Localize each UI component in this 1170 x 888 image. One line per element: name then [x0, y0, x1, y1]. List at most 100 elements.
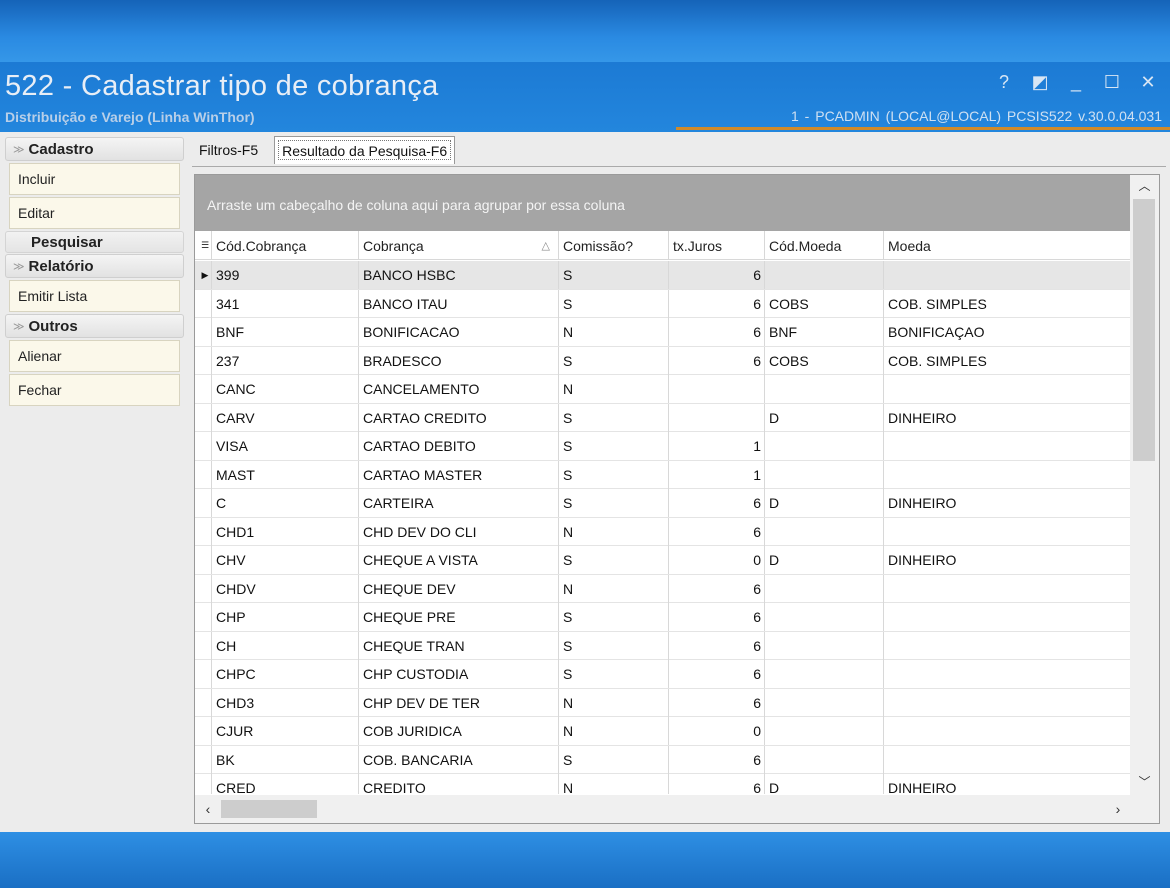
table-row[interactable]: MAST CARTAO MASTER S 1	[195, 460, 1130, 489]
cell-moeda[interactable]	[884, 432, 1130, 460]
vertical-scroll-thumb[interactable]	[1133, 199, 1155, 461]
table-row[interactable]: CHPC CHP CUSTODIA S 6	[195, 660, 1130, 689]
cell-tx-juros[interactable]: 6	[669, 261, 765, 289]
tab-resultado[interactable]: Resultado da Pesquisa-F6	[274, 136, 456, 164]
cell-moeda[interactable]	[884, 632, 1130, 660]
table-row[interactable]: CHV CHEQUE A VISTA S 0 D DINHEIRO	[195, 546, 1130, 575]
table-row[interactable]: BK COB. BANCARIA S 6	[195, 745, 1130, 774]
cell-tx-juros[interactable]: 0	[669, 717, 765, 745]
cell-cobranca[interactable]: CHEQUE A VISTA	[359, 546, 559, 574]
editar-button[interactable]: Editar	[9, 197, 180, 229]
table-row[interactable]: C CARTEIRA S 6 D DINHEIRO	[195, 489, 1130, 518]
emitir-lista-button[interactable]: Emitir Lista	[9, 280, 180, 312]
cell-cobranca[interactable]: CHP CUSTODIA	[359, 660, 559, 688]
cell-cod-moeda[interactable]: D	[765, 546, 884, 574]
table-row[interactable]: CHDV CHEQUE DEV N 6	[195, 574, 1130, 603]
cell-moeda[interactable]: DINHEIRO	[884, 774, 1130, 794]
cell-cod-moeda[interactable]	[765, 717, 884, 745]
cell-cod-cobranca[interactable]: CHP	[212, 603, 359, 631]
alienar-button[interactable]: Alienar	[9, 340, 180, 372]
cell-cobranca[interactable]: CARTAO CREDITO	[359, 403, 559, 432]
scroll-down-icon[interactable]: ﹀	[1130, 771, 1159, 793]
fechar-button[interactable]: Fechar	[9, 374, 180, 406]
cell-cod-moeda[interactable]	[765, 517, 884, 546]
cell-tx-juros[interactable]: 1	[669, 460, 765, 489]
group-outros[interactable]: ≫ Outros	[5, 314, 184, 338]
cell-cod-moeda[interactable]	[765, 432, 884, 460]
pesquisar-button[interactable]: Pesquisar	[5, 231, 184, 253]
cell-moeda[interactable]: DINHEIRO	[884, 404, 1130, 432]
cell-cod-cobranca[interactable]: CHV	[212, 546, 359, 574]
cell-comissao[interactable]: S	[559, 603, 669, 631]
cell-cobranca[interactable]: BANCO ITAU	[359, 289, 559, 318]
cell-comissao[interactable]: S	[559, 546, 669, 574]
cell-cobranca[interactable]: BANCO HSBC	[359, 261, 559, 289]
group-cadastro[interactable]: ≫ Cadastro	[5, 137, 184, 161]
cell-cod-cobranca[interactable]: MAST	[212, 460, 359, 489]
cell-comissao[interactable]: S	[559, 631, 669, 660]
cell-tx-juros[interactable]	[669, 375, 765, 403]
table-row[interactable]: CRED CREDITO N 6 D DINHEIRO	[195, 774, 1130, 794]
cell-comissao[interactable]: S	[559, 346, 669, 375]
help-icon[interactable]: ?	[994, 72, 1014, 93]
cell-cod-cobranca[interactable]: 237	[212, 346, 359, 375]
cell-comissao[interactable]: S	[559, 403, 669, 432]
cell-tx-juros[interactable]: 6	[669, 346, 765, 375]
cell-tx-juros[interactable]	[669, 403, 765, 432]
cell-cod-moeda[interactable]	[765, 375, 884, 403]
cell-cod-cobranca[interactable]: CHD1	[212, 517, 359, 546]
cell-cod-cobranca[interactable]: CHDV	[212, 574, 359, 603]
cell-moeda[interactable]	[884, 461, 1130, 489]
table-row[interactable]: CARV CARTAO CREDITO S D DINHEIRO	[195, 403, 1130, 432]
cell-moeda[interactable]	[884, 261, 1130, 289]
table-row[interactable]: CANC CANCELAMENTO N	[195, 375, 1130, 404]
cell-moeda[interactable]: COB. SIMPLES	[884, 290, 1130, 318]
cell-cobranca[interactable]: COB JURIDICA	[359, 717, 559, 745]
cell-cod-moeda[interactable]	[765, 574, 884, 603]
cell-cod-cobranca[interactable]: CARV	[212, 403, 359, 432]
cell-comissao[interactable]: S	[559, 289, 669, 318]
cell-cobranca[interactable]: CREDITO	[359, 774, 559, 794]
cell-cod-moeda[interactable]	[765, 688, 884, 717]
cell-tx-juros[interactable]: 6	[669, 574, 765, 603]
cell-cod-cobranca[interactable]: 399	[212, 261, 359, 289]
cell-cod-moeda[interactable]: COBS	[765, 346, 884, 375]
cell-comissao[interactable]: N	[559, 688, 669, 717]
cell-cod-cobranca[interactable]: CJUR	[212, 717, 359, 745]
cell-comissao[interactable]: N	[559, 717, 669, 745]
cell-cod-moeda[interactable]	[765, 261, 884, 289]
cell-cod-moeda[interactable]	[765, 660, 884, 688]
scroll-right-icon[interactable]: ›	[1107, 795, 1129, 823]
cell-comissao[interactable]: S	[559, 660, 669, 688]
cell-moeda[interactable]	[884, 603, 1130, 631]
table-row[interactable]: BNF BONIFICACAO N 6 BNF BONIFICAÇAO	[195, 318, 1130, 347]
vertical-scrollbar[interactable]: ︿ ﹀	[1130, 175, 1159, 795]
column-header-comissao[interactable]: Comissão?	[559, 231, 669, 260]
cell-cod-cobranca[interactable]: BNF	[212, 318, 359, 346]
cell-cobranca[interactable]: CHP DEV DE TER	[359, 688, 559, 717]
table-row[interactable]: CHP CHEQUE PRE S 6	[195, 603, 1130, 632]
cell-cobranca[interactable]: CHEQUE DEV	[359, 574, 559, 603]
cell-comissao[interactable]: S	[559, 460, 669, 489]
cell-cod-moeda[interactable]: D	[765, 403, 884, 432]
cell-tx-juros[interactable]: 6	[669, 745, 765, 774]
cell-cobranca[interactable]: CHD DEV DO CLI	[359, 517, 559, 546]
cell-moeda[interactable]: DINHEIRO	[884, 489, 1130, 517]
cell-cobranca[interactable]: CHEQUE TRAN	[359, 631, 559, 660]
group-relatorio[interactable]: ≫ Relatório	[5, 254, 184, 278]
cell-cod-cobranca[interactable]: CRED	[212, 774, 359, 794]
cell-cod-cobranca[interactable]: CHD3	[212, 688, 359, 717]
horizontal-scrollbar[interactable]: ‹ ›	[195, 795, 1159, 823]
scroll-up-icon[interactable]: ︿	[1130, 175, 1159, 197]
cell-tx-juros[interactable]: 6	[669, 603, 765, 631]
cell-cod-moeda[interactable]	[765, 631, 884, 660]
cell-tx-juros[interactable]: 6	[669, 517, 765, 546]
cell-cobranca[interactable]: CARTAO MASTER	[359, 460, 559, 489]
cell-moeda[interactable]	[884, 660, 1130, 688]
column-header-cod-moeda[interactable]: Cód.Moeda	[765, 231, 884, 260]
cell-comissao[interactable]: N	[559, 574, 669, 603]
cell-cobranca[interactable]: CARTEIRA	[359, 489, 559, 517]
tab-filtros[interactable]: Filtros-F5	[192, 136, 265, 164]
cell-moeda[interactable]	[884, 689, 1130, 717]
cell-tx-juros[interactable]: 6	[669, 289, 765, 318]
